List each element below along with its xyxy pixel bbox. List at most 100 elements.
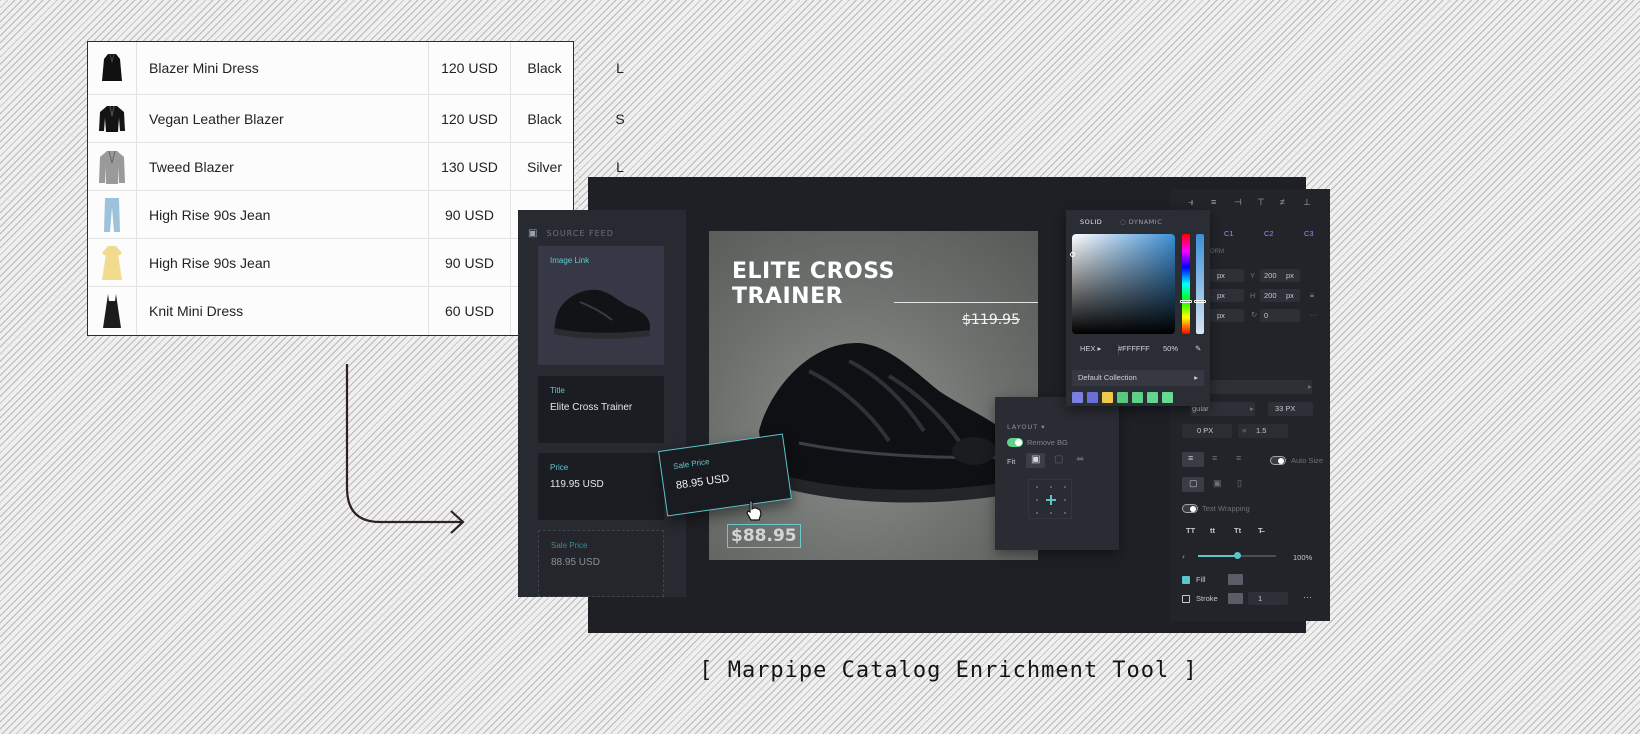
- table-row[interactable]: Blazer Mini Dress 120 USD Black L: [88, 42, 624, 95]
- hue-handle[interactable]: [1180, 300, 1192, 303]
- product-name: Knit Mini Dress: [137, 287, 429, 335]
- title-field[interactable]: Title Elite Cross Trainer: [538, 376, 664, 443]
- align-top-icon[interactable]: ⊤: [1257, 197, 1265, 208]
- source-feed-title: SOURCE FEED: [546, 229, 614, 238]
- align-left-icon[interactable]: ⫣: [1188, 197, 1193, 208]
- case-lower-button[interactable]: tt: [1210, 526, 1215, 535]
- more-options-icon[interactable]: ···: [1310, 310, 1318, 319]
- remove-bg-label: Remove BG: [1027, 438, 1068, 447]
- color-format-select[interactable]: HEX ▸: [1080, 344, 1101, 353]
- product-name: Blazer Mini Dress: [137, 42, 429, 94]
- lock-icon[interactable]: 🔒︎: [1310, 290, 1314, 300]
- color-swatch[interactable]: [1147, 392, 1158, 403]
- yellow-dress-thumbnail: [88, 239, 137, 286]
- sale-price-field-placeholder[interactable]: Sale Price 88.95 USD: [538, 530, 664, 597]
- text-align-right-button[interactable]: ≡: [1236, 453, 1241, 463]
- box-hug-button[interactable]: ▣: [1213, 478, 1222, 489]
- product-price: 120 USD: [429, 95, 511, 142]
- align-bottom-icon[interactable]: ⊥: [1303, 197, 1311, 208]
- square-icon: ▢: [1189, 478, 1198, 488]
- w-field[interactable]: [1210, 289, 1244, 302]
- stroke-color-swatch[interactable]: [1228, 593, 1243, 604]
- align-middle-icon[interactable]: ≠: [1280, 197, 1285, 207]
- tab-dynamic[interactable]: ◌ DYNAMIC: [1120, 218, 1162, 226]
- x-field[interactable]: [1210, 269, 1244, 282]
- source-feed-panel: ▣ SOURCE FEED Image Link Title Elite Cro…: [518, 210, 686, 597]
- product-name: Vegan Leather Blazer: [137, 95, 429, 142]
- table-row[interactable]: High Rise 90s Jean 90 USD Blue: [88, 191, 579, 239]
- case-upper-button[interactable]: TT: [1186, 526, 1195, 535]
- rotation-value: 0: [1264, 311, 1269, 320]
- title-value: Elite Cross Trainer: [550, 402, 633, 413]
- remove-bg-toggle[interactable]: [1007, 438, 1023, 447]
- layout-title[interactable]: LAYOUT ▾: [1007, 423, 1046, 431]
- alpha-handle[interactable]: [1194, 300, 1206, 303]
- chevron-right-icon: ▸: [1194, 373, 1198, 382]
- h-value: 200: [1264, 291, 1277, 300]
- saturation-picker[interactable]: [1072, 234, 1175, 334]
- fill-color-swatch[interactable]: [1228, 574, 1243, 585]
- strikethrough-button[interactable]: T̶: [1258, 526, 1263, 535]
- product-size: L: [616, 60, 624, 76]
- hex-input[interactable]: #FFFFFF: [1118, 344, 1150, 353]
- color-swatch[interactable]: [1117, 392, 1128, 403]
- eyedropper-icon[interactable]: ✎: [1195, 344, 1201, 353]
- jacket-thumbnail: [88, 95, 137, 142]
- price-field[interactable]: Price 119.95 USD: [538, 453, 664, 520]
- tab-c3[interactable]: C3: [1304, 229, 1314, 238]
- case-title-button[interactable]: Tt: [1234, 526, 1241, 535]
- alpha-slider[interactable]: [1196, 234, 1204, 334]
- fit-contain-button[interactable]: ▢: [1049, 453, 1068, 468]
- saturation-handle[interactable]: [1070, 252, 1075, 257]
- drag-card-label: Sale Price: [672, 457, 711, 472]
- stroke-checkbox[interactable]: [1182, 595, 1190, 603]
- stroke-width-field[interactable]: [1248, 592, 1288, 605]
- table-row[interactable]: Knit Mini Dress 60 USD Yellow: [88, 287, 579, 335]
- line-height-value: 1.5: [1256, 426, 1267, 435]
- line-height-icon: ≡: [1242, 426, 1247, 435]
- color-swatch[interactable]: [1072, 392, 1083, 403]
- product-name: High Rise 90s Jean: [137, 191, 429, 238]
- table-row[interactable]: Tweed Blazer 130 USD Silver L: [88, 143, 624, 191]
- hand-cursor-icon: [746, 500, 762, 521]
- anchor-grid[interactable]: [1028, 479, 1072, 519]
- fit-label: Fit: [1007, 457, 1016, 466]
- image-link-field[interactable]: Image Link: [538, 246, 664, 365]
- more-options-icon[interactable]: ···: [1303, 592, 1312, 602]
- opacity-slider-handle[interactable]: [1234, 552, 1241, 559]
- tab-solid[interactable]: SOLID: [1080, 218, 1102, 226]
- color-swatch[interactable]: [1102, 392, 1113, 403]
- table-row[interactable]: High Rise 90s Jean 90 USD Blue: [88, 239, 579, 287]
- canvas-old-price[interactable]: $119.95: [962, 312, 1020, 328]
- align-center-icon[interactable]: ≡: [1211, 197, 1216, 207]
- product-table: Blazer Mini Dress 120 USD Black L Vegan …: [87, 41, 625, 336]
- fill-checkbox[interactable]: [1182, 576, 1190, 584]
- hue-slider[interactable]: [1182, 234, 1190, 334]
- h-label: H: [1250, 291, 1256, 300]
- slip-dress-thumbnail: [88, 287, 137, 335]
- x-unit: px: [1217, 271, 1225, 280]
- text-align-center-button[interactable]: ≡: [1212, 453, 1217, 463]
- align-right-icon[interactable]: ⊣: [1234, 197, 1242, 208]
- radius-unit: px: [1217, 311, 1225, 320]
- canvas-title-text[interactable]: ELITE CROSS TRAINER: [732, 259, 902, 309]
- canvas-sale-price-layer[interactable]: $88.95: [727, 524, 801, 548]
- transform-heading: ORM: [1210, 249, 1224, 255]
- tab-c1[interactable]: C1: [1224, 229, 1234, 238]
- tab-c2[interactable]: C2: [1264, 229, 1274, 238]
- box-fill-button[interactable]: ▯: [1237, 478, 1242, 489]
- fit-image-button[interactable]: ▣: [1026, 453, 1045, 468]
- opacity-value: 100%: [1293, 553, 1313, 562]
- fit-stretch-button[interactable]: ⬌: [1072, 453, 1091, 468]
- color-swatch[interactable]: [1087, 392, 1098, 403]
- collection-select[interactable]: Default Collection ▸: [1072, 370, 1204, 386]
- contain-icon: ▢: [1054, 454, 1064, 465]
- radius-field[interactable]: [1210, 309, 1244, 322]
- price-value: 119.95 USD: [550, 479, 604, 490]
- color-swatch[interactable]: [1162, 392, 1173, 403]
- color-picker-panel: SOLID ◌ DYNAMIC HEX ▸ #FFFFFF 50% ✎ Defa…: [1066, 210, 1210, 406]
- color-swatch[interactable]: [1132, 392, 1143, 403]
- jeans-thumbnail: [88, 191, 137, 238]
- table-row[interactable]: Vegan Leather Blazer 120 USD Black S: [88, 95, 625, 143]
- opacity-input[interactable]: 50%: [1163, 344, 1178, 353]
